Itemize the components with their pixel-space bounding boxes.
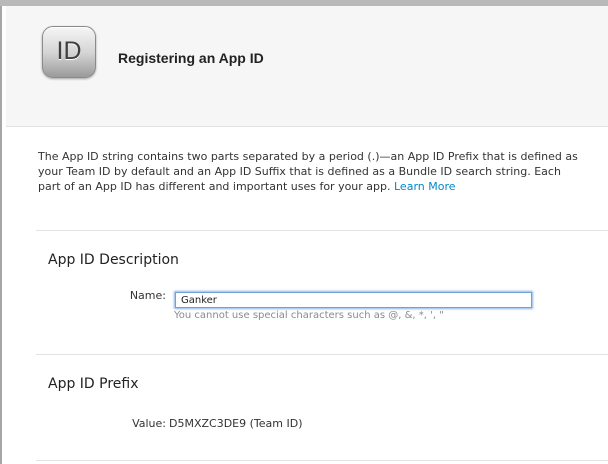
name-hint: You cannot use special characters such a… [174,310,444,321]
content-panel: ID Registering an App ID The App ID stri… [6,6,608,464]
app-id-description-heading: App ID Description [48,252,179,268]
learn-more-link[interactable]: Learn More [394,180,456,193]
name-label: Name: [129,289,166,302]
section-divider [36,230,608,231]
section-divider [36,460,608,461]
window-left-edge [0,6,2,464]
page-title: Registering an App ID [118,50,264,66]
app-id-prefix-heading: App ID Prefix [48,376,139,392]
page-header: ID Registering an App ID [6,6,608,127]
team-id-value: D5MXZC3DE9 (Team ID) [169,417,303,430]
app-id-icon: ID [42,26,96,78]
intro-text: The App ID string contains two parts sep… [38,150,578,193]
value-label: Value: [132,417,166,430]
intro-paragraph: The App ID string contains two parts sep… [38,149,586,194]
name-input[interactable] [175,292,532,308]
section-divider [36,354,608,355]
app-id-icon-label: ID [56,37,82,65]
